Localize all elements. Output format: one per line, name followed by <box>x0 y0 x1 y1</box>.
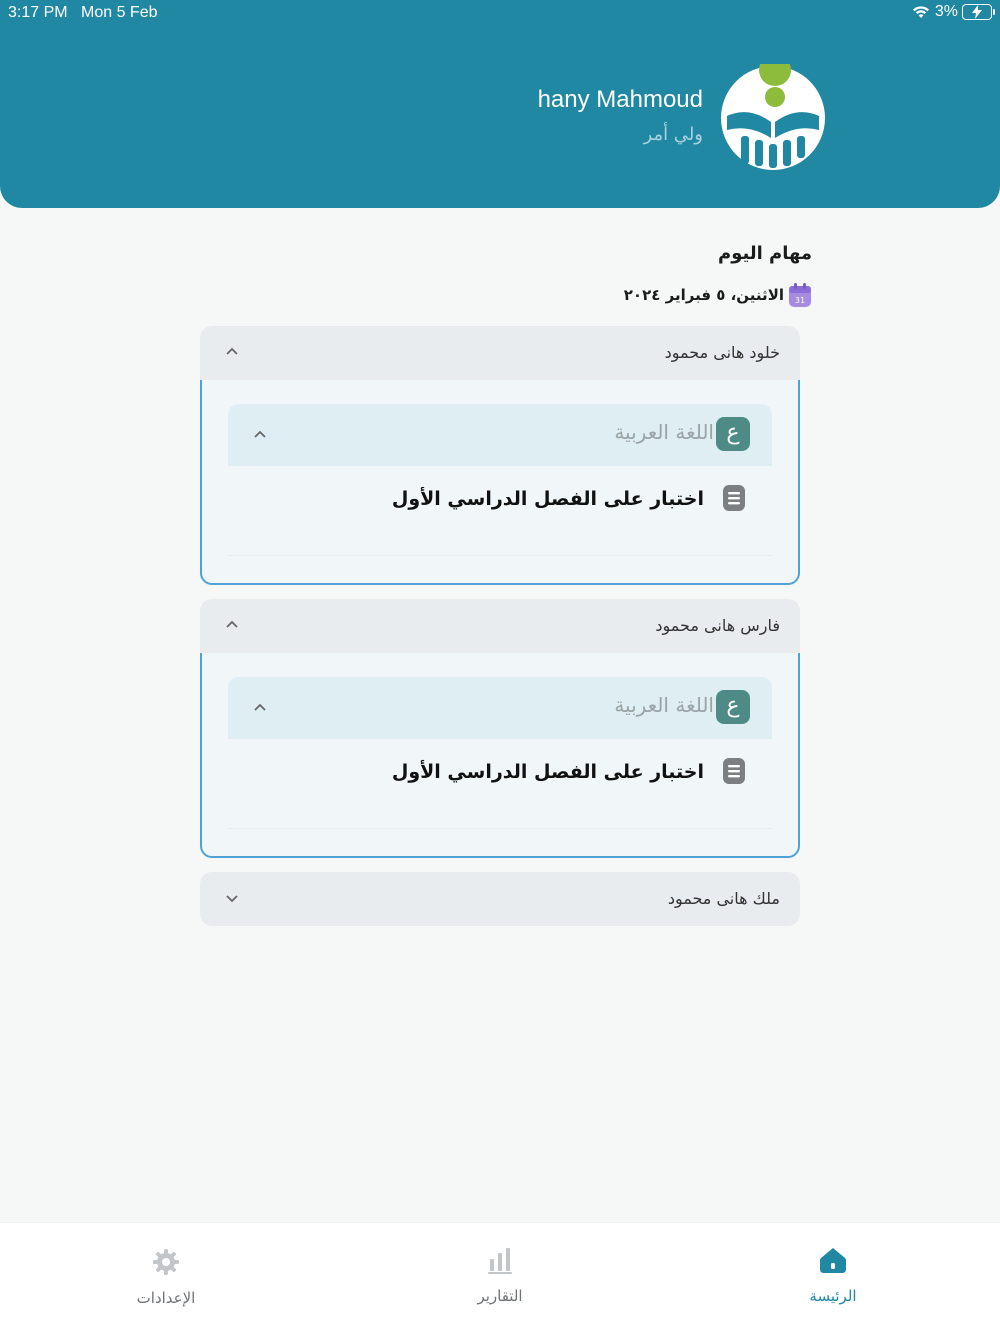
battery-percent: 3% <box>934 3 958 20</box>
document-icon <box>723 758 745 784</box>
user-role: ولي أمر <box>643 124 703 145</box>
chevron-down-icon[interactable] <box>224 890 240 906</box>
student-header[interactable]: خلود هانى محمود <box>200 326 800 380</box>
user-name: hany Mahmoud <box>537 86 703 113</box>
subject-badge: ع <box>716 690 750 724</box>
date-row: 31 الاثنين، ٥ فبراير ٢٠٢٤ <box>624 282 812 308</box>
student-name: ملك هانى محمود <box>667 889 780 908</box>
bottom-nav: الإعدادات التقارير الرئيسة <box>0 1222 1000 1334</box>
status-time: 3:17 PM <box>8 4 68 21</box>
status-indicators: 3% <box>911 3 995 21</box>
todays-tasks-title: مهام اليوم <box>718 243 812 264</box>
status-date: Mon 5 Feb <box>81 4 158 21</box>
calendar-icon: 31 <box>789 283 811 307</box>
calendar-day: 31 <box>795 296 805 305</box>
today-date: الاثنين، ٥ فبراير ٢٠٢٤ <box>623 286 784 304</box>
task-item[interactable]: اختبار على الفصل الدراسي الأول <box>228 739 772 829</box>
student-body: ع اللغة العربية اختبار على الفصل الدراسي… <box>200 380 800 585</box>
student-header[interactable]: ملك هانى محمود <box>200 872 800 926</box>
status-bar: 3:17 PM Mon 5 Feb 3% <box>0 0 1000 28</box>
task-item[interactable]: اختبار على الفصل الدراسي الأول <box>228 466 772 556</box>
chevron-up-icon[interactable] <box>252 427 268 443</box>
nav-item-reports[interactable]: التقارير <box>430 1245 570 1305</box>
subject-label: اللغة العربية <box>614 420 714 444</box>
wifi-icon <box>912 6 929 18</box>
student-name: خلود هانى محمود <box>664 343 780 362</box>
nav-label-home: الرئيسة <box>809 1287 857 1305</box>
subject-header[interactable]: ع اللغة العربية <box>228 677 772 739</box>
student-name: فارس هانى محمود <box>655 616 780 635</box>
nav-label-reports: التقارير <box>477 1287 523 1305</box>
nav-item-home[interactable]: الرئيسة <box>763 1245 903 1305</box>
gear-icon <box>153 1249 179 1275</box>
battery-icon <box>962 4 995 20</box>
home-icon <box>820 1248 846 1273</box>
chevron-up-icon[interactable] <box>224 344 240 360</box>
nav-label-settings: الإعدادات <box>136 1289 196 1307</box>
subject-label: اللغة العربية <box>614 693 714 717</box>
student-card: خلود هانى محمود ع اللغة العربية اختبار ع… <box>200 326 800 585</box>
document-icon <box>723 485 745 511</box>
nav-item-settings[interactable]: الإعدادات <box>96 1247 236 1307</box>
task-label: اختبار على الفصل الدراسي الأول <box>391 488 704 510</box>
subject-header[interactable]: ع اللغة العربية <box>228 404 772 466</box>
bar-chart-icon <box>488 1248 512 1274</box>
student-body: ع اللغة العربية اختبار على الفصل الدراسي… <box>200 653 800 858</box>
student-header[interactable]: فارس هانى محمود <box>200 599 800 653</box>
app-header: 3:17 PM Mon 5 Feb 3% hany Mahmoud ولي أم… <box>0 0 1000 208</box>
task-label: اختبار على الفصل الدراسي الأول <box>391 761 704 783</box>
chevron-up-icon[interactable] <box>252 700 268 716</box>
chevron-up-icon[interactable] <box>224 617 240 633</box>
app-logo <box>721 64 825 170</box>
student-card: فارس هانى محمود ع اللغة العربية اختبار ع… <box>200 599 800 858</box>
subject-badge: ع <box>716 417 750 451</box>
student-card: ملك هانى محمود <box>200 872 800 926</box>
